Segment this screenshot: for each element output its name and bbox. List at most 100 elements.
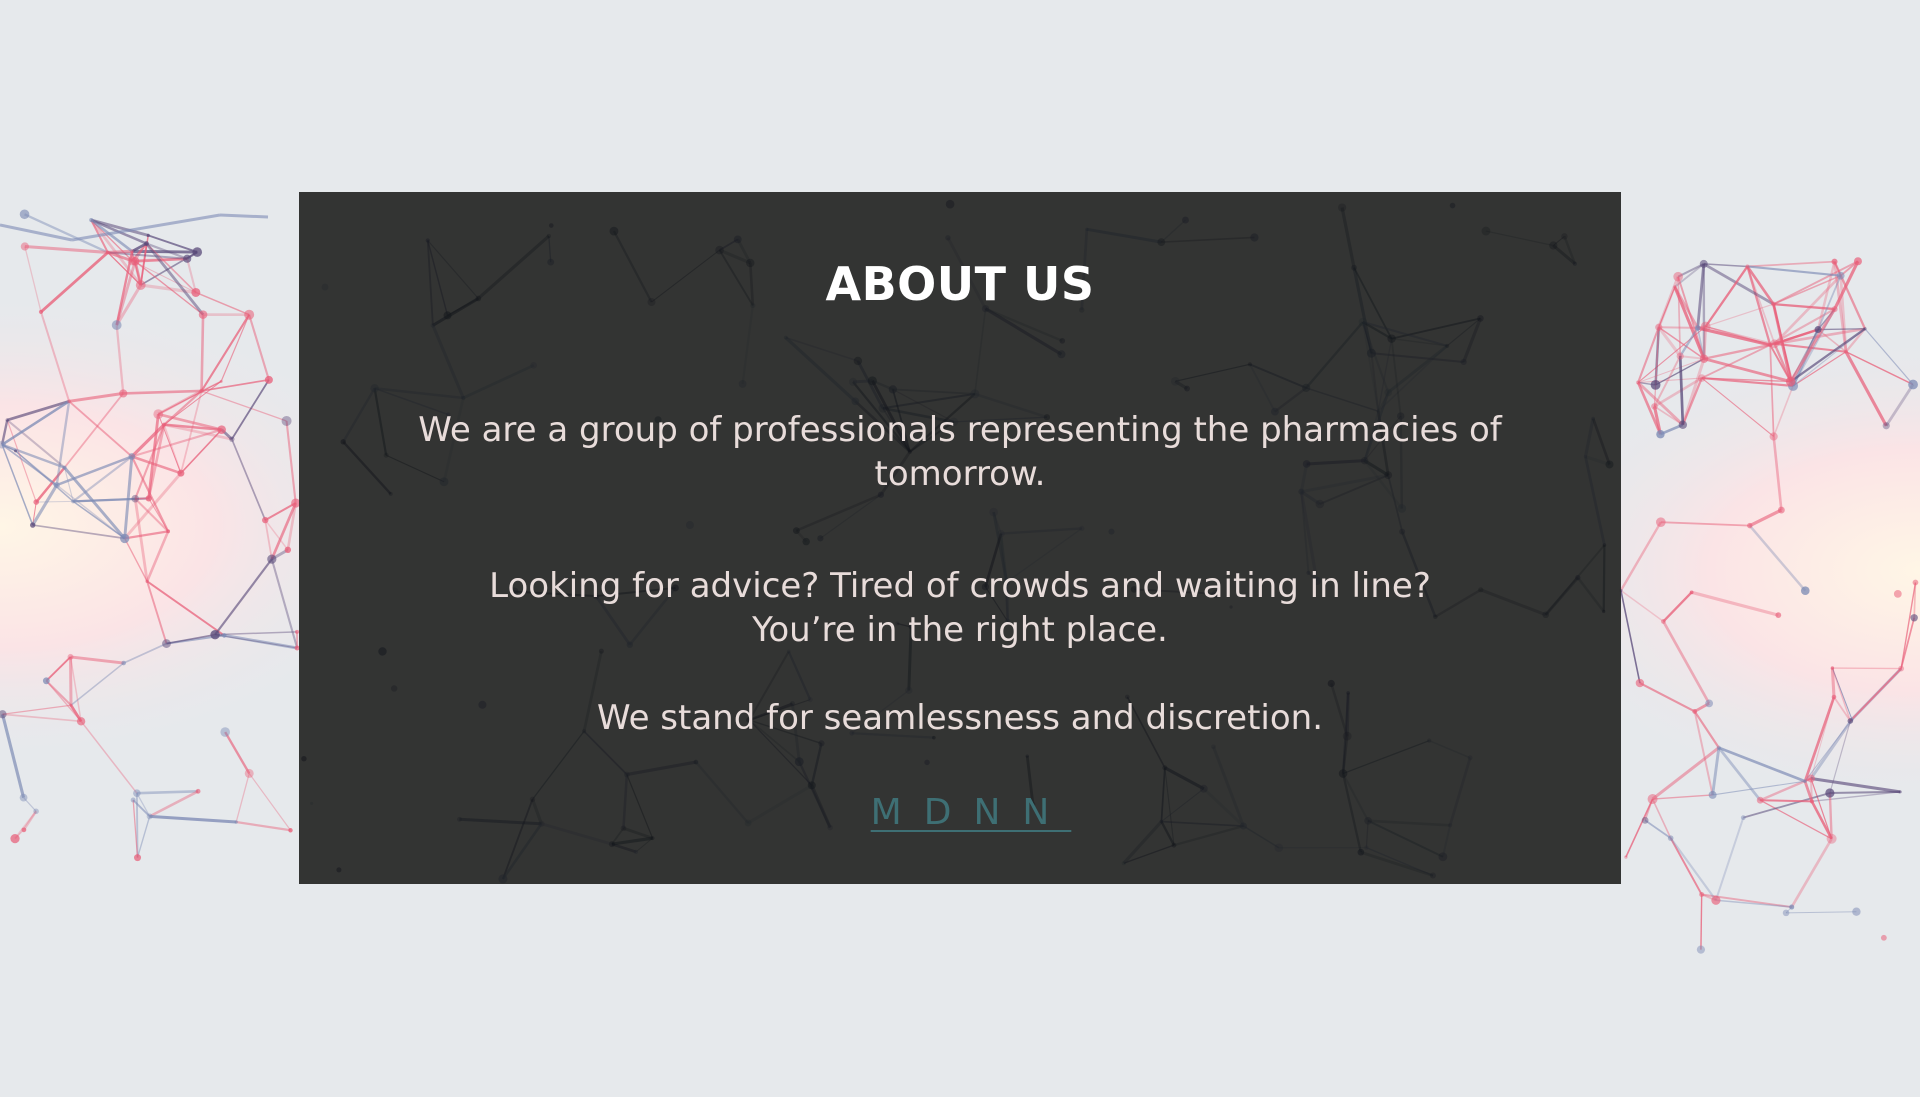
network-node <box>1650 379 1661 390</box>
network-node <box>1673 285 1677 289</box>
network-node <box>1908 379 1918 390</box>
network-node <box>264 375 273 384</box>
network-node <box>244 309 255 320</box>
network-node <box>153 409 164 420</box>
brand-link-wrapper: MDNN <box>299 792 1621 833</box>
network-node <box>1747 522 1753 529</box>
page-title: ABOUT US <box>825 257 1095 311</box>
network-node <box>221 633 227 638</box>
network-node <box>106 250 110 255</box>
network-node <box>67 399 71 404</box>
network-node <box>145 495 152 502</box>
network-node <box>1806 774 1815 783</box>
network-node <box>1803 779 1807 783</box>
network-node <box>1830 666 1835 670</box>
network-node <box>1740 815 1746 821</box>
network-node <box>69 703 73 707</box>
network-node <box>10 834 20 844</box>
network-line <box>200 314 205 391</box>
network-node <box>1696 945 1706 954</box>
network-node <box>130 797 136 803</box>
network-node <box>1636 380 1641 385</box>
network-node <box>191 287 201 297</box>
about-card: ABOUT US We are a group of professionals… <box>299 192 1621 884</box>
network-node <box>67 653 74 660</box>
network-node <box>1689 590 1694 595</box>
network-node <box>1673 271 1683 282</box>
network-node <box>1711 895 1721 905</box>
network-node <box>1836 271 1845 280</box>
network-node <box>1655 323 1663 331</box>
network-node <box>1898 665 1905 672</box>
network-node <box>229 436 235 442</box>
network-node <box>244 768 254 778</box>
network-node <box>1697 374 1706 382</box>
network-node <box>1825 788 1835 798</box>
network-node <box>146 233 150 237</box>
network-node <box>1708 790 1717 799</box>
network-line <box>107 249 133 255</box>
advice-line-1: Looking for advice? Tired of crowds and … <box>489 566 1431 606</box>
network-node <box>1882 422 1890 430</box>
network-node <box>1635 678 1645 688</box>
advice-line-2: You’re in the right place. <box>752 610 1168 650</box>
network-line <box>1832 667 1902 670</box>
network-node <box>133 789 141 797</box>
network-node <box>20 242 29 251</box>
network-node <box>1678 420 1688 429</box>
network-node <box>53 481 60 489</box>
network-node <box>1843 349 1848 354</box>
network-node <box>38 309 44 315</box>
network-node <box>1785 376 1796 387</box>
network-node <box>1699 259 1708 268</box>
network-node <box>119 389 128 398</box>
network-node <box>1893 589 1902 598</box>
network-node <box>89 218 94 223</box>
network-node <box>1647 794 1658 805</box>
network-node <box>219 379 223 383</box>
network-node <box>5 418 9 422</box>
network-node <box>19 793 28 802</box>
network-node <box>1705 699 1714 708</box>
network-node <box>162 422 167 427</box>
network-node <box>1814 326 1822 334</box>
network-node <box>192 247 203 257</box>
network-node <box>42 677 50 685</box>
network-node <box>144 241 149 246</box>
network-node <box>145 579 149 583</box>
network-node <box>134 854 142 862</box>
network-node <box>1880 934 1887 941</box>
network-line <box>1760 799 1812 803</box>
network-node <box>284 546 292 554</box>
network-node <box>30 522 36 528</box>
network-node <box>1770 339 1779 349</box>
network-line <box>1700 894 1703 950</box>
network-node <box>262 516 269 524</box>
network-node <box>33 808 39 815</box>
network-node <box>281 415 292 426</box>
network-node <box>1831 306 1838 313</box>
network-node <box>1771 301 1777 307</box>
network-node <box>71 499 76 504</box>
network-line <box>36 500 74 503</box>
network-node <box>210 629 220 640</box>
network-node <box>1716 745 1721 750</box>
network-node <box>62 465 67 470</box>
network-node <box>21 827 27 833</box>
network-node <box>1853 257 1862 266</box>
network-line <box>136 789 199 795</box>
network-node <box>1789 904 1795 910</box>
brand-link[interactable]: MDNN <box>871 792 1072 833</box>
network-node <box>76 717 86 726</box>
network-node <box>1777 506 1785 514</box>
network-node <box>19 209 30 220</box>
network-node <box>1831 694 1837 700</box>
network-node <box>1651 403 1658 410</box>
network-node <box>1912 579 1919 586</box>
network-node <box>198 310 208 319</box>
network-node <box>288 828 293 833</box>
network-node <box>1699 354 1709 363</box>
network-node <box>1745 264 1750 269</box>
network-node <box>267 554 277 564</box>
network-node <box>111 320 122 330</box>
